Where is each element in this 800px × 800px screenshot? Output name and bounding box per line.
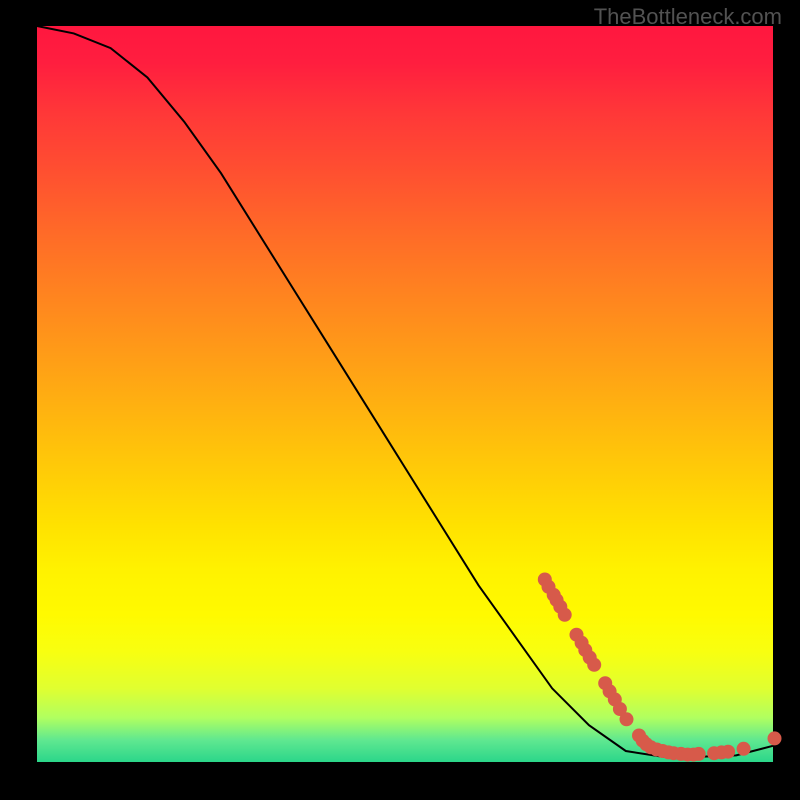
chart-markers: [538, 573, 782, 762]
watermark-text: TheBottleneck.com: [594, 4, 782, 30]
chart-area: [37, 26, 773, 762]
chart-marker: [620, 712, 634, 726]
chart-marker: [692, 747, 706, 761]
chart-marker: [587, 658, 601, 672]
chart-line: [37, 26, 773, 757]
chart-marker: [558, 608, 572, 622]
chart-marker: [768, 731, 782, 745]
chart-marker: [737, 742, 751, 756]
chart-svg: [37, 26, 773, 762]
chart-marker: [721, 745, 735, 759]
